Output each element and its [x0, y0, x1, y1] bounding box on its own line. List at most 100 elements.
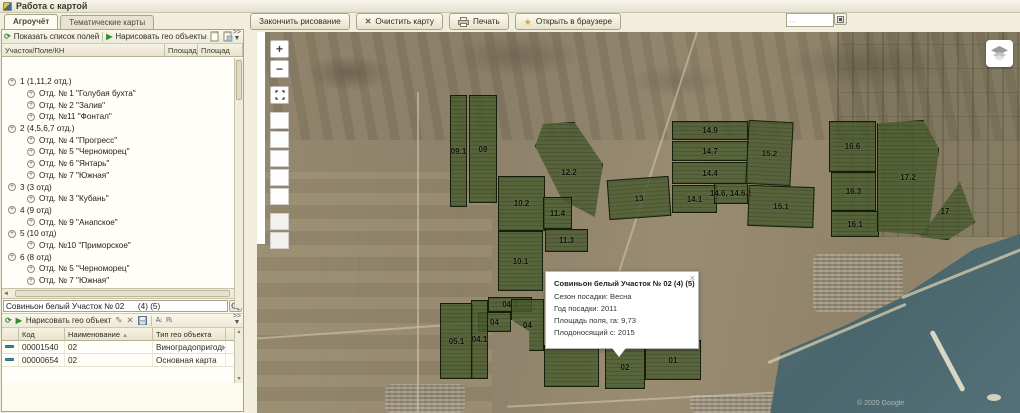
map-field-15.1[interactable]: 15.1 [747, 185, 814, 228]
finish-drawing-button[interactable]: Закончить рисование [250, 13, 350, 30]
tree-node[interactable]: +Отд. № 5 "Черноморец" [2, 146, 243, 158]
scroll-down-arrow[interactable]: ▼ [237, 376, 242, 382]
tab-thematic-maps[interactable]: Тематические карты [60, 15, 154, 29]
tree-vertical-scrollbar[interactable] [234, 58, 243, 308]
map-field-16.6[interactable]: 16.6 [829, 121, 876, 172]
tree-node[interactable]: +6 (8 отд) [2, 251, 243, 263]
expand-node-icon[interactable]: + [27, 136, 35, 144]
expand-node-icon[interactable]: + [8, 253, 16, 261]
map-field-16.1[interactable]: 16.1 [831, 211, 879, 237]
map-field-04[interactable]: 04 [511, 299, 544, 351]
map-field-11.4[interactable]: 11.4 [543, 197, 572, 229]
map-field-15.2[interactable]: 15.2 [745, 120, 793, 186]
edit-pencil-icon[interactable]: ✎ [115, 315, 122, 326]
column-header-type[interactable]: Тип гео объекта [153, 328, 226, 341]
expand-node-icon[interactable]: + [27, 277, 35, 285]
tree-node[interactable]: +Отд. № 4 "Прогресс" [2, 134, 243, 146]
expand-node-icon[interactable]: + [27, 195, 35, 203]
tool-button[interactable] [270, 232, 289, 249]
map-field-10.2[interactable]: 10.2 [498, 176, 545, 231]
draw-geo-object-button[interactable]: Нарисовать гео объект [26, 316, 112, 325]
print-button[interactable]: Печать [449, 13, 509, 30]
map-field-14.4[interactable]: 14.4 [672, 162, 748, 184]
map-field-13[interactable]: 13 [607, 176, 672, 220]
tree-node[interactable]: +Отд. № 5 "Черноморец" [2, 263, 243, 275]
expand-node-icon[interactable]: + [27, 148, 35, 156]
expand-node-icon[interactable]: + [8, 206, 16, 214]
expand-node-icon[interactable]: + [27, 241, 35, 249]
tree-node[interactable]: +Отд. № 2 "Залив" [2, 99, 243, 111]
map-field-14.7[interactable]: 14.7 [672, 141, 748, 161]
geo-filter-input[interactable] [3, 300, 228, 312]
zoom-out-button[interactable]: − [270, 60, 289, 78]
tab-agro[interactable]: Агроучёт [4, 14, 58, 29]
table-vertical-scrollbar[interactable]: ▲ ▼ [234, 328, 243, 383]
column-header-area1[interactable]: Площадь по... [165, 44, 198, 56]
refresh-icon[interactable]: ⟳ [5, 316, 12, 325]
tree-node[interactable]: +5 (10 отд) [2, 228, 243, 240]
tool-button[interactable] [270, 213, 289, 230]
column-header-code[interactable]: Код [19, 328, 65, 341]
map-field-17.2[interactable]: 17.2 [877, 120, 939, 235]
map-field-10.1[interactable]: 10.1 [498, 231, 543, 291]
scroll-up-arrow[interactable]: ▲ [237, 329, 242, 335]
delete-x-icon[interactable]: ✕ [127, 315, 134, 326]
map-field-09.1[interactable]: 09.1 [450, 95, 467, 207]
tree-node[interactable]: +Отд. №10 "Приморское" [2, 240, 243, 252]
save-disk-icon[interactable] [138, 316, 147, 325]
toolbar-overflow-button[interactable]: >>▼ [233, 314, 241, 326]
toolbar-overflow-button[interactable]: >>▼ [233, 30, 241, 42]
sort-descending-icon[interactable]: Я↓ [166, 317, 173, 324]
map-field-09[interactable]: 09 [469, 95, 497, 203]
refresh-icon[interactable]: ⟳ [4, 32, 11, 41]
map-field-11.3[interactable]: 11.3 [545, 229, 588, 252]
expand-node-icon[interactable]: + [27, 218, 35, 226]
popup-close-icon[interactable]: × [690, 273, 695, 283]
map-field-14.6-14.6.1[interactable]: 14.6, 14.6.1 [714, 183, 748, 204]
map-field-16.3[interactable]: 16.3 [831, 172, 876, 211]
tree-node[interactable]: +Отд. № 7 "Южная" [2, 275, 243, 287]
fit-extent-button[interactable] [270, 86, 289, 104]
tree-node[interactable]: +Отд. №11 "Фонтал" [2, 286, 243, 288]
paste-icon[interactable] [223, 31, 233, 42]
satellite-map[interactable]: 09.10912.210.211.411.310.11314.914.714.4… [257, 32, 1020, 413]
sort-ascending-icon[interactable]: А↓ [156, 317, 162, 324]
tree-horizontal-scrollbar[interactable]: ◄ ► [2, 288, 243, 299]
column-header-plot[interactable]: Участок/Поле/КН [2, 44, 165, 56]
tree-node[interactable]: +Отд. № 3 "Кубань" [2, 193, 243, 205]
draw-geo-objects-button[interactable]: Нарисовать гео объекты [115, 32, 206, 41]
tool-button[interactable] [270, 112, 289, 129]
expand-node-icon[interactable]: + [27, 113, 35, 121]
map-field-14.9[interactable]: 14.9 [672, 121, 748, 140]
tool-button[interactable] [270, 131, 289, 148]
expand-node-icon[interactable]: + [27, 90, 35, 98]
scroll-thumb[interactable] [15, 290, 230, 297]
scale-input[interactable] [786, 13, 834, 27]
expand-node-icon[interactable]: + [27, 171, 35, 179]
tool-button[interactable] [270, 169, 289, 186]
show-fields-button[interactable]: Показать список полей [14, 32, 99, 41]
zoom-in-button[interactable]: + [270, 40, 289, 58]
tree-node[interactable]: +2 (4,5,6,7 отд.) [2, 123, 243, 135]
layers-button[interactable] [986, 40, 1013, 67]
expand-node-icon[interactable]: + [27, 160, 35, 168]
expand-node-icon[interactable]: + [8, 125, 16, 133]
copy-icon[interactable] [210, 31, 220, 42]
map-field-04.1[interactable]: 04.1 [471, 300, 488, 379]
scroll-left-arrow[interactable]: ◄ [3, 291, 9, 297]
tree-node[interactable]: +Отд. №11 "Фонтал" [2, 111, 243, 123]
tree-node[interactable]: +3 (3 отд) [2, 181, 243, 193]
table-row[interactable]: 0000154002Виноградопригодно... [2, 341, 243, 354]
column-header-area2[interactable]: Площад [198, 44, 243, 56]
tree-node[interactable]: +Отд. № 7 "Южная" [2, 170, 243, 182]
clear-map-button[interactable]: ✕ Очистить карту [356, 13, 443, 30]
tree-node[interactable]: +Отд. № 6 "Янтарь" [2, 158, 243, 170]
tree-node[interactable]: +4 (9 отд) [2, 205, 243, 217]
column-header-name[interactable]: Наименование ▲ [65, 328, 153, 341]
table-row[interactable]: 0000065402Основная карта [2, 354, 243, 367]
tree-node[interactable]: +Отд. № 9 "Анапское" [2, 216, 243, 228]
tree-node[interactable]: +Отд. № 1 "Голубая бухта" [2, 88, 243, 100]
expand-node-icon[interactable]: + [27, 265, 35, 273]
map-field[interactable] [544, 345, 599, 387]
expand-node-icon[interactable]: + [8, 183, 16, 191]
